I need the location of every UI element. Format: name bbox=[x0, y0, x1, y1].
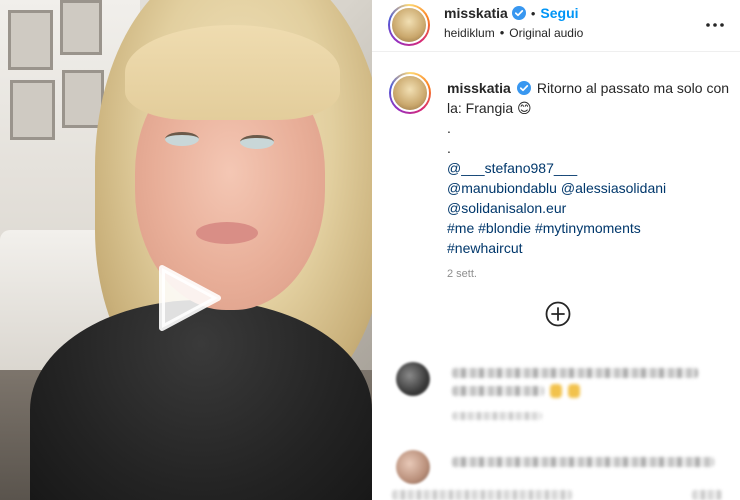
blurred-comment-text bbox=[452, 368, 698, 378]
blurred-comment-meta bbox=[452, 412, 542, 420]
blurred-comment-text bbox=[392, 490, 572, 500]
comment-item bbox=[372, 450, 740, 500]
hashtag-link[interactable]: #mytinymoments bbox=[535, 220, 641, 236]
blurred-comment-text bbox=[692, 490, 722, 500]
mention-link[interactable]: @manubiondablu bbox=[447, 180, 557, 196]
caption-text: misskatia Ritorno al passato ma solo con … bbox=[447, 78, 732, 284]
verified-badge-icon bbox=[511, 6, 526, 20]
verified-badge-icon bbox=[516, 80, 531, 95]
plus-circle-icon[interactable] bbox=[545, 301, 571, 327]
audio-label[interactable]: Original audio bbox=[509, 26, 583, 40]
hashtag-link[interactable]: #newhaircut bbox=[447, 240, 523, 256]
audio-info: heidiklum • Original audio bbox=[444, 25, 583, 40]
eye bbox=[240, 135, 274, 149]
picture-frame bbox=[10, 80, 55, 140]
post-media[interactable] bbox=[0, 0, 372, 500]
post-side-panel: misskatia • Segui heidiklum • Original audio… bbox=[372, 0, 740, 500]
caption-dot: . bbox=[447, 120, 451, 136]
blurred-comment-text bbox=[452, 386, 544, 396]
separator-dot: • bbox=[499, 25, 505, 40]
profile-avatar[interactable] bbox=[388, 4, 430, 46]
separator-dot: • bbox=[530, 6, 536, 21]
header-username[interactable]: misskatia bbox=[444, 5, 508, 21]
post-timestamp[interactable]: 2 sett. bbox=[447, 264, 732, 284]
picture-frame bbox=[60, 0, 102, 55]
hashtag-link[interactable]: #me bbox=[447, 220, 474, 236]
header-title-row: misskatia • Segui bbox=[444, 5, 579, 23]
comment-avatar[interactable] bbox=[396, 362, 430, 396]
caption-dot: . bbox=[447, 140, 451, 156]
audio-artist-link[interactable]: heidiklum bbox=[444, 26, 495, 40]
emoji: 😊 bbox=[517, 100, 532, 116]
follow-button[interactable]: Segui bbox=[540, 5, 578, 21]
comment-item bbox=[372, 360, 740, 430]
hashtag-link[interactable]: #blondie bbox=[478, 220, 531, 236]
more-options-icon[interactable] bbox=[704, 14, 726, 36]
picture-frame bbox=[8, 10, 53, 70]
comment-avatar[interactable] bbox=[396, 450, 430, 484]
mention-link[interactable]: @solidanisalon.eur bbox=[447, 200, 566, 216]
lips bbox=[196, 222, 258, 244]
play-icon[interactable] bbox=[152, 262, 224, 334]
eye bbox=[165, 132, 199, 146]
caption-username[interactable]: misskatia bbox=[447, 80, 511, 96]
caption-avatar[interactable] bbox=[389, 72, 431, 114]
post-header: misskatia • Segui heidiklum • Original audio bbox=[372, 0, 740, 52]
blurred-emoji bbox=[550, 384, 562, 398]
blurred-comment-text bbox=[452, 457, 714, 467]
blurred-emoji bbox=[568, 384, 580, 398]
fringe bbox=[125, 25, 340, 120]
mention-link[interactable]: @alessiasolidani bbox=[561, 180, 666, 196]
mention-link[interactable]: @___stefano987___ bbox=[447, 160, 577, 176]
